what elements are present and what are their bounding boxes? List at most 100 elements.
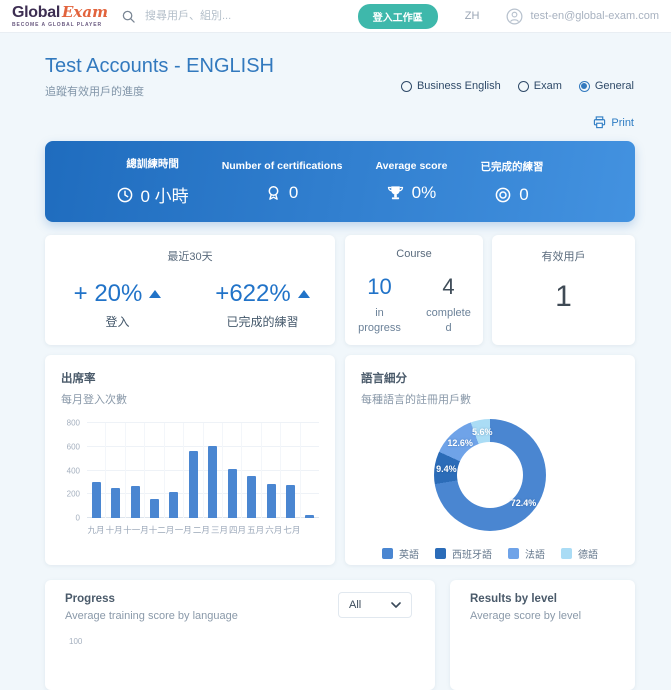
x-tick-label: 三月 [210, 524, 228, 536]
chart-subtitle: 每種語言的註冊用戶數 [361, 391, 619, 407]
legend-label: 西班牙語 [452, 546, 492, 561]
stat-value: 0 小時 [141, 182, 189, 207]
y-tick-label: 600 [67, 442, 80, 451]
radio-icon [401, 81, 412, 92]
language-switcher[interactable]: ZH [465, 10, 480, 22]
login-workspace-button[interactable]: 登入工作區 [358, 4, 438, 29]
bar[interactable] [150, 499, 159, 518]
bar-chart-yaxis: 0200400600800 [61, 423, 87, 518]
stat-label: 總訓練時間 [117, 156, 189, 171]
legend-swatch [435, 548, 446, 559]
card-results-by-level: Results by level Average score by level [450, 580, 635, 690]
bar[interactable] [247, 476, 256, 518]
filter-radio-1[interactable]: Exam [518, 80, 562, 92]
logo-text-global: Global [12, 5, 60, 21]
stat-label: Average score [375, 160, 447, 172]
legend-label: 法語 [525, 546, 545, 561]
course-completed-label: completed [414, 306, 483, 337]
bar[interactable] [189, 451, 198, 518]
avatar-icon [506, 8, 523, 25]
donut-segment-label: 5.6% [472, 427, 493, 437]
filter-radio-2[interactable]: General [579, 80, 634, 92]
course-in-progress-label: in progress [345, 306, 414, 337]
x-tick-label: 二月 [192, 524, 210, 536]
bar-slot [222, 423, 241, 518]
bar[interactable] [208, 446, 217, 518]
bar-slot [183, 423, 202, 518]
select-value: All [349, 599, 361, 611]
x-tick-label: 十一月 [123, 524, 149, 536]
legend-item[interactable]: 英語 [382, 546, 419, 561]
legend-swatch [382, 548, 393, 559]
bar-chart: 0200400600800 [61, 423, 319, 518]
category-filters: Business English Exam General [401, 80, 634, 92]
x-tick-label: 五月 [247, 524, 265, 536]
course-in-progress-value: 10 [367, 274, 391, 300]
print-button[interactable]: Print [593, 116, 634, 129]
card-title: 有效用戶 [492, 248, 635, 264]
x-tick-label: 十月 [105, 524, 123, 536]
legend-item[interactable]: 德語 [561, 546, 598, 561]
bar[interactable] [228, 469, 237, 518]
card-progress: Progress Average training score by langu… [45, 580, 435, 690]
printer-icon [593, 116, 606, 129]
bar[interactable] [286, 485, 295, 518]
filter-label: Business English [417, 80, 501, 92]
bar[interactable] [169, 492, 178, 518]
bar[interactable] [267, 484, 276, 518]
language-filter-select[interactable]: All [338, 592, 412, 618]
stat-value: 0% [412, 183, 437, 203]
print-label: Print [611, 117, 634, 129]
clock-icon [117, 187, 133, 203]
chart-title: 出席率 [61, 370, 319, 386]
medal-icon [266, 185, 281, 201]
user-email: test-en@global-exam.com [530, 10, 659, 22]
trend-value: + 20% [74, 280, 143, 308]
logo[interactable]: Global Exam BECOME A GLOBAL PLAYER [12, 5, 108, 28]
trend-label: 已完成的練習 [190, 313, 335, 330]
search-bar [122, 9, 297, 23]
stats-banner: 總訓練時間 0 小時 Number of certifications 0 Av… [45, 141, 635, 222]
bar[interactable] [111, 488, 120, 518]
filter-radio-0[interactable]: Business English [401, 80, 501, 92]
x-tick-label [301, 524, 319, 536]
stat-value: 0 [289, 183, 298, 203]
bar-slot [300, 423, 319, 518]
stat-logins-trend: + 20% 登入 [45, 280, 190, 330]
stat-label: Number of certifications [222, 160, 343, 172]
chevron-down-icon [391, 602, 401, 608]
x-tick-label: 七月 [283, 524, 301, 536]
legend-item[interactable]: 法語 [508, 546, 545, 561]
bar[interactable] [131, 486, 140, 518]
trend-value: +622% [215, 280, 290, 308]
bar[interactable] [92, 482, 101, 518]
y-tick-label: 800 [67, 419, 80, 428]
card-title: Course [345, 248, 483, 260]
bar[interactable] [305, 515, 314, 518]
user-account[interactable]: test-en@global-exam.com [506, 8, 659, 25]
top-header: Global Exam BECOME A GLOBAL PLAYER 登入工作區… [0, 0, 671, 33]
bar-slot [280, 423, 299, 518]
x-tick-label: 四月 [229, 524, 247, 536]
bar-chart-plot [87, 423, 319, 518]
trend-up-icon [298, 290, 310, 298]
bar-slot [125, 423, 144, 518]
active-users-value: 1 [492, 280, 635, 314]
radio-icon [579, 81, 590, 92]
legend-item[interactable]: 西班牙語 [435, 546, 492, 561]
bar-chart-xlabels: 九月十月十一月十二月一月二月三月四月五月六月七月 [87, 524, 319, 536]
card-last-30-days: 最近30天 + 20% 登入 +622% 已完成的練習 [45, 235, 335, 345]
page-title: Test Accounts - ENGLISH [45, 55, 274, 78]
stat-certifications: Number of certifications 0 [222, 160, 343, 203]
course-completed-value: 4 [442, 274, 454, 300]
chart-subtitle: 每月登入次數 [61, 391, 319, 407]
search-input[interactable] [143, 9, 297, 23]
trophy-icon [387, 185, 404, 201]
bar-slot [144, 423, 163, 518]
card-language-breakdown: 語言細分 每種語言的註冊用戶數 72.4%9.4%12.6%5.6% 英語西班牙… [345, 355, 635, 565]
logo-tagline: BECOME A GLOBAL PLAYER [12, 23, 108, 28]
bar-slot [87, 423, 105, 518]
y-tick-label: 400 [67, 466, 80, 475]
bar-slot [261, 423, 280, 518]
x-tick-label: 九月 [87, 524, 105, 536]
